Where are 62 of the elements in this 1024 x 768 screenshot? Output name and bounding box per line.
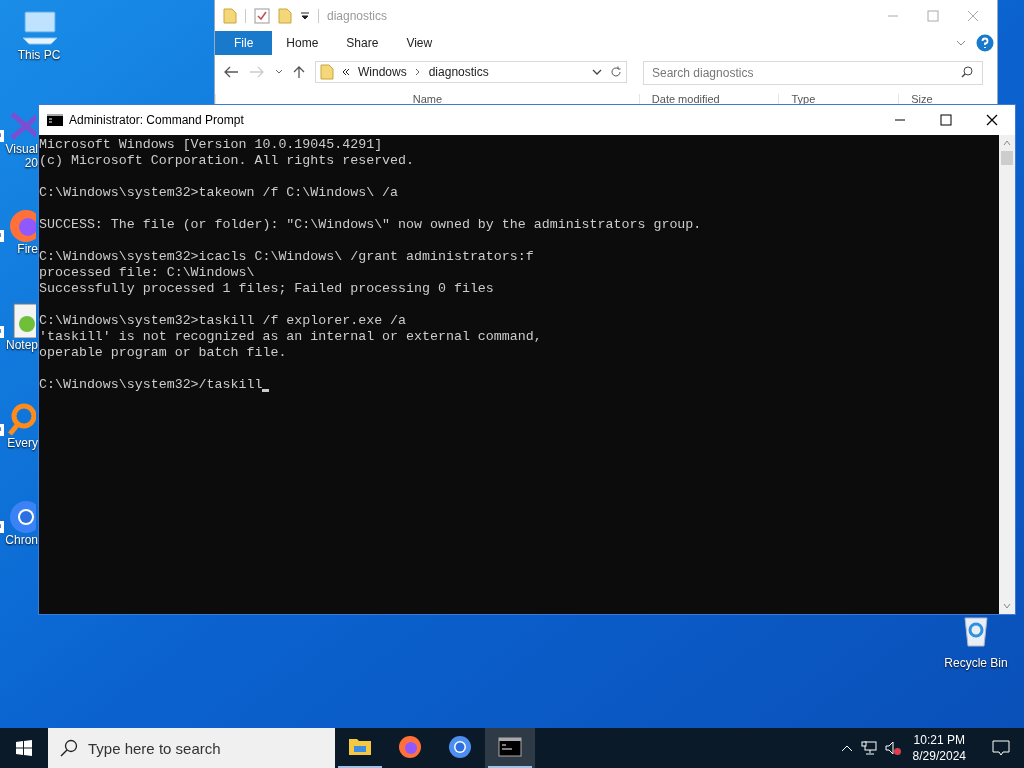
windows-start-icon[interactable] bbox=[16, 740, 32, 756]
chevron-icon bbox=[414, 68, 421, 76]
caret-icon[interactable] bbox=[300, 10, 310, 21]
icon-label: Visual bbox=[5, 142, 38, 156]
folder-icon bbox=[320, 64, 334, 80]
text-cursor bbox=[262, 389, 270, 392]
command-prompt-line: C:\Windows\system32>/taskill bbox=[39, 377, 263, 393]
console-line: operable program or batch file. bbox=[39, 345, 287, 361]
chevron-up-icon[interactable] bbox=[840, 744, 853, 752]
chrome-icon bbox=[448, 735, 472, 759]
console-line: SUCCESS: The file (or folder): "C:\Windows\" now owned by the administrators group. bbox=[39, 217, 702, 233]
chevron-icon[interactable] bbox=[592, 68, 602, 76]
breadcrumb-item[interactable]: Windows bbox=[358, 63, 407, 81]
window-title: Administrator: Command Prompt bbox=[69, 112, 244, 129]
clock-date[interactable]: 8/29/2024 bbox=[912, 748, 966, 764]
chevron-icon[interactable] bbox=[275, 69, 283, 75]
icon-label: Notep bbox=[5, 338, 38, 352]
console-line: processed file: C:\Windows\ bbox=[39, 265, 255, 281]
clock-time[interactable]: 10:21 PM bbox=[913, 732, 965, 748]
breadcrumb-item[interactable]: diagnostics bbox=[428, 63, 489, 81]
search-field[interactable]: Type here to search bbox=[48, 728, 335, 768]
icon-label: Chron bbox=[5, 533, 38, 547]
search-icon bbox=[961, 66, 973, 78]
help-icon[interactable] bbox=[976, 34, 994, 52]
search-icon bbox=[60, 739, 78, 757]
scroll-thumb[interactable] bbox=[1001, 151, 1013, 165]
console-icon bbox=[498, 735, 522, 759]
console-line: Successfully processed 1 files; Failed processing 0 files bbox=[39, 281, 494, 297]
taskbar-button[interactable] bbox=[485, 728, 535, 768]
network-icon[interactable] bbox=[860, 741, 877, 755]
double-chevron-icon bbox=[342, 68, 350, 76]
console-line: Microsoft Windows [Version 10.0.19045.4291] bbox=[39, 137, 383, 153]
notification-icon[interactable] bbox=[992, 740, 1010, 756]
icon-label: This PC bbox=[17, 48, 61, 62]
close-icon[interactable] bbox=[986, 114, 998, 126]
console-line: C:\Windows\system32>icacls C:\Windows\ /grant administrators:f bbox=[39, 249, 534, 265]
ribbon-tab[interactable]: Home bbox=[272, 31, 333, 55]
scroll-down-icon[interactable] bbox=[1003, 602, 1011, 610]
ribbon-tab[interactable]: View bbox=[392, 31, 447, 55]
ribbon-tab[interactable]: File bbox=[215, 31, 273, 55]
icon-label: Fire bbox=[17, 242, 38, 256]
volume-muted-icon[interactable] bbox=[884, 741, 901, 755]
console-line: C:\Windows\system32>takeown /f C:\Windows\ /a bbox=[39, 185, 399, 201]
properties-icon[interactable] bbox=[254, 7, 270, 24]
icon-label: Recycle Bin bbox=[944, 655, 1008, 672]
ribbon-tab[interactable]: Share bbox=[332, 31, 393, 55]
console-line: (c) Microsoft Corporation. All rights reserved. bbox=[39, 153, 415, 169]
maximize-icon[interactable] bbox=[940, 114, 952, 126]
console-line: 'taskill' is not recognized as an internal or external command, bbox=[39, 329, 542, 345]
up-arrow-icon[interactable] bbox=[293, 65, 305, 79]
icon-label: Every bbox=[7, 436, 38, 450]
window-title: diagnostics bbox=[327, 7, 388, 25]
back-arrow-icon[interactable] bbox=[223, 66, 239, 78]
firefox-icon bbox=[398, 735, 422, 759]
refresh-icon[interactable] bbox=[610, 66, 622, 78]
console-line: C:\Windows\system32>taskill /f explorer.exe /a bbox=[39, 313, 407, 329]
scroll-up-icon[interactable] bbox=[1003, 139, 1011, 147]
scroll-bar[interactable] bbox=[999, 135, 1015, 614]
icon-label: 20 bbox=[24, 156, 38, 170]
address-bar[interactable]: Windows diagnostics bbox=[315, 61, 627, 83]
console-icon bbox=[47, 114, 63, 126]
search-field[interactable]: Search diagnostics bbox=[643, 61, 983, 85]
